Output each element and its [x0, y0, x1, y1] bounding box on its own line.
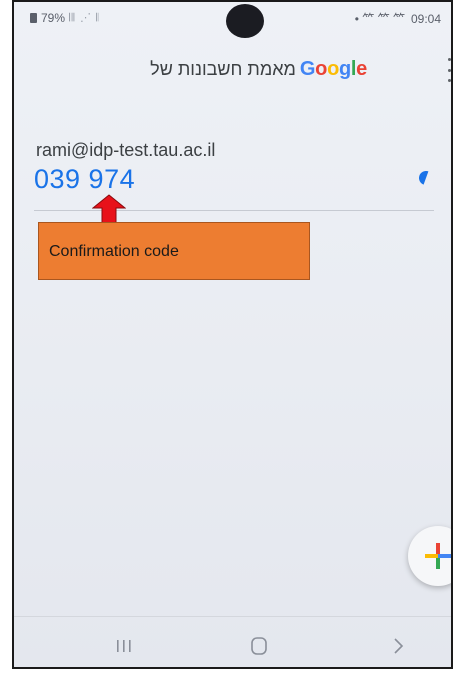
recent-apps-icon[interactable] — [104, 631, 144, 661]
battery-icon — [30, 13, 37, 23]
account-email: rami@idp-test.tau.ac.il — [36, 140, 216, 160]
annotation-box: Confirmation code — [38, 222, 310, 280]
plus-icon — [425, 543, 451, 569]
more-vert-icon[interactable] — [446, 58, 451, 82]
clock: 09:04 — [410, 11, 441, 26]
app-title: Google מאמת חשבונות של — [150, 58, 367, 81]
annotation-label: Confirmation code — [49, 243, 179, 260]
back-icon[interactable] — [379, 631, 419, 661]
google-logo: Google — [299, 58, 367, 80]
home-icon[interactable] — [239, 631, 279, 661]
status-left: 79% 𝄃𝄃 ⋰ 𝄃 — [30, 11, 100, 25]
add-account-button[interactable] — [408, 526, 451, 586]
signal-icons: 𝄃𝄃 ⋰ 𝄃 — [69, 12, 100, 24]
status-right: • ⺮ ⺮ ⺮ 09:04 — [355, 10, 441, 27]
red-arrow-annotation — [92, 194, 126, 224]
app-title-text: מאמת חשבונות של — [150, 59, 296, 79]
status-bar: 79% 𝄃𝄃 ⋰ 𝄃 • ⺮ ⺮ ⺮ 09:04 — [14, 2, 451, 38]
account-entry[interactable]: rami@idp-test.tau.ac.il 039 974 — [14, 132, 451, 212]
navigation-bar — [14, 616, 451, 667]
front-camera — [226, 4, 264, 38]
notification-icons: • ⺮ ⺮ ⺮ — [354, 12, 405, 26]
battery-percentage: 79% — [41, 11, 66, 25]
phone-screen: 79% 𝄃𝄃 ⋰ 𝄃 • ⺮ ⺮ ⺮ 09:04 Google מאמת חשב… — [12, 0, 453, 669]
timer-icon — [419, 171, 429, 185]
app-bar: Google מאמת חשבונות של — [14, 52, 451, 92]
confirmation-code[interactable]: 039 974 — [34, 164, 135, 195]
